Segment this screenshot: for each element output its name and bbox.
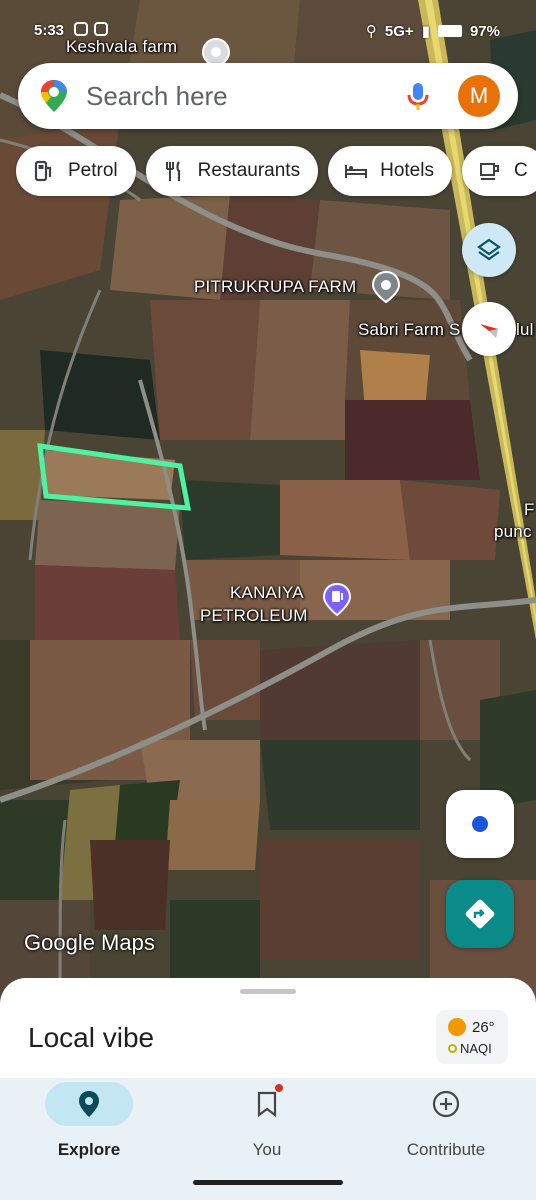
status-bar: 5:33 ⚲ 5G+ ▮ 97% <box>0 0 536 62</box>
bookmark-icon <box>257 1091 277 1118</box>
directions-icon <box>465 899 495 929</box>
chip-label: Hotels <box>380 160 434 181</box>
chip-hotels[interactable]: Hotels <box>328 146 452 196</box>
google-maps-watermark: Google Maps <box>24 930 155 955</box>
compass-button[interactable] <box>462 302 516 356</box>
compass-icon <box>480 324 498 338</box>
add-circle-icon <box>432 1090 460 1118</box>
fuel-station-pin[interactable] <box>320 582 354 618</box>
map-label-sabri-farm[interactable]: Sabri Farm S <box>358 320 461 340</box>
layers-button[interactable] <box>462 223 516 277</box>
search-input[interactable]: Search here <box>86 81 404 112</box>
temperature: 26° <box>472 1018 495 1036</box>
map-label-sabri-tail: lul <box>516 320 534 339</box>
my-location-button[interactable] <box>446 790 514 858</box>
nav-contribute[interactable]: Contribute <box>371 1082 521 1160</box>
chip-restaurants[interactable]: Restaurants <box>145 146 319 196</box>
chip-cafe[interactable]: C <box>461 146 536 196</box>
map-label-right-punc: punc <box>494 522 532 541</box>
category-chips: Petrol Restaurants Hotels C <box>16 146 536 196</box>
chip-petrol[interactable]: Petrol <box>16 146 136 196</box>
chip-label: Petrol <box>68 160 118 181</box>
sheet-title: Local vibe <box>28 1022 155 1053</box>
nav-explore[interactable]: Explore <box>14 1082 164 1160</box>
chip-label: C <box>513 160 528 181</box>
chip-label: Restaurants <box>197 160 301 181</box>
battery-icon <box>437 25 462 37</box>
account-avatar[interactable]: M <box>458 75 500 117</box>
signal-icon: ▮ <box>421 23 430 40</box>
air-quality-icon <box>448 1044 457 1053</box>
layers-icon <box>477 238 501 261</box>
you-icon-container <box>223 1082 311 1126</box>
directions-button[interactable] <box>446 880 514 948</box>
location-dot-icon <box>472 816 488 832</box>
pitrukrupa-farm-pin[interactable] <box>370 270 402 304</box>
sheet-drag-handle[interactable] <box>240 989 296 994</box>
nav-you[interactable]: You <box>192 1082 342 1160</box>
search-bar[interactable]: Search here M <box>18 63 518 129</box>
explore-bottom-sheet[interactable]: Local vibe 26° NAQI <box>0 978 536 1078</box>
fork-knife-icon <box>162 159 186 183</box>
aqi-row: NAQI <box>448 1041 492 1056</box>
weather-widget[interactable]: 26° NAQI <box>436 1010 508 1064</box>
gesture-navigation-bar[interactable] <box>193 1180 343 1185</box>
instagram-icon <box>74 22 88 36</box>
status-time: 5:33 <box>34 22 65 39</box>
facebook-icon <box>94 22 108 36</box>
map-label-pitrukrupa-farm[interactable]: PITRUKRUPA FARM <box>194 277 356 297</box>
location-status-icon: ⚲ <box>365 23 377 40</box>
weather-row: 26° <box>448 1018 495 1036</box>
cup-icon <box>478 159 502 183</box>
map-label-kanaiya[interactable]: KANAIYA <box>230 583 304 603</box>
contribute-icon-container <box>402 1082 490 1126</box>
nav-you-label: You <box>252 1140 282 1159</box>
nav-contribute-label: Contribute <box>406 1140 486 1159</box>
air-quality-label: NAQI <box>460 1041 492 1056</box>
map-label-right-f: F <box>524 500 535 519</box>
google-maps-logo-icon <box>41 80 67 112</box>
notification-dot <box>275 1084 283 1092</box>
status-right: ⚲ 5G+ ▮ 97% <box>365 22 500 41</box>
battery-level: 97% <box>469 22 500 40</box>
explore-pin-icon <box>79 1091 99 1117</box>
notification-icons <box>74 22 108 36</box>
fuel-pump-icon <box>32 159 56 183</box>
microphone-icon[interactable] <box>404 81 432 111</box>
explore-icon-container <box>45 1082 133 1126</box>
map-label-petroleum[interactable]: PETROLEUM <box>200 606 308 626</box>
network-type: 5G+ <box>384 22 414 40</box>
bed-icon <box>344 159 368 183</box>
nav-explore-label: Explore <box>57 1140 121 1159</box>
sun-icon <box>448 1018 466 1036</box>
sabri-farm-text: Sabri Farm S <box>358 320 461 339</box>
